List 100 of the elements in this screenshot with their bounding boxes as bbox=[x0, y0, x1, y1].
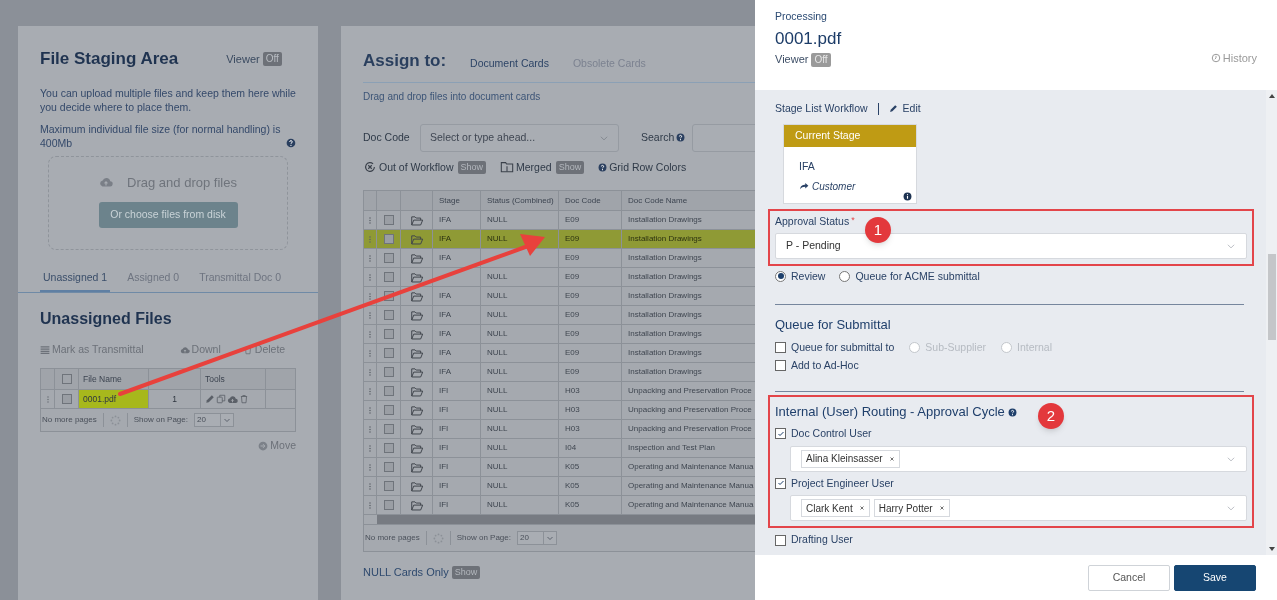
checkbox[interactable] bbox=[61, 374, 72, 384]
folder-icon[interactable] bbox=[409, 327, 424, 341]
checkbox[interactable] bbox=[775, 534, 786, 546]
checkbox[interactable] bbox=[383, 234, 394, 245]
folder-icon[interactable] bbox=[409, 384, 424, 398]
checkbox[interactable] bbox=[383, 348, 394, 359]
drag-handle-icon[interactable] bbox=[366, 500, 374, 510]
user-select[interactable]: Clark Kent Harry Potter bbox=[790, 495, 1247, 522]
viewer-toggle[interactable]: Off bbox=[262, 51, 282, 66]
folder-icon[interactable] bbox=[409, 308, 424, 322]
drag-handle-icon[interactable] bbox=[366, 310, 374, 320]
checkbox[interactable] bbox=[383, 386, 394, 397]
pencil-icon[interactable] bbox=[205, 394, 215, 404]
tab[interactable]: Document Cards bbox=[470, 55, 549, 74]
drag-handle-icon[interactable] bbox=[366, 405, 374, 415]
checkbox[interactable] bbox=[383, 253, 394, 264]
search-field[interactable] bbox=[692, 123, 755, 152]
page-size-select[interactable]: 20 bbox=[193, 413, 234, 427]
remove-icon[interactable] bbox=[888, 455, 895, 462]
scrollbar-thumb[interactable] bbox=[1267, 254, 1276, 340]
scrollbar-thumb[interactable] bbox=[377, 515, 755, 525]
folder-icon[interactable] bbox=[409, 346, 424, 360]
show-toggle[interactable]: Show bbox=[555, 160, 585, 174]
radio-button[interactable] bbox=[839, 270, 851, 282]
checkbox[interactable] bbox=[383, 405, 394, 416]
checkbox[interactable] bbox=[775, 342, 786, 354]
save-button[interactable]: Save bbox=[1174, 564, 1256, 591]
checkbox[interactable] bbox=[383, 310, 394, 321]
checkbox[interactable] bbox=[383, 291, 394, 302]
folder-icon[interactable] bbox=[409, 270, 424, 284]
drag-handle-icon[interactable] bbox=[366, 424, 374, 434]
scrollbar[interactable] bbox=[1266, 90, 1277, 555]
show-toggle[interactable]: Show bbox=[451, 566, 481, 579]
drag-handle-icon[interactable] bbox=[366, 481, 374, 491]
user-tag[interactable]: Harry Potter bbox=[873, 499, 950, 518]
folder-icon[interactable] bbox=[409, 251, 424, 265]
scroll-up-icon[interactable] bbox=[1268, 94, 1275, 98]
checkbox[interactable] bbox=[383, 329, 394, 340]
user-tag[interactable]: Alina Kleinsasser bbox=[801, 449, 900, 468]
help-icon[interactable] bbox=[1007, 407, 1017, 417]
checkbox[interactable] bbox=[775, 477, 786, 489]
folder-icon[interactable] bbox=[409, 232, 424, 246]
action-button[interactable]: Downl bbox=[179, 342, 221, 358]
user-tag[interactable]: Clark Kent bbox=[801, 499, 870, 518]
remove-icon[interactable] bbox=[938, 505, 945, 512]
checkbox[interactable] bbox=[775, 359, 786, 371]
checkbox[interactable] bbox=[383, 443, 394, 454]
show-toggle[interactable]: Show bbox=[457, 160, 486, 174]
checkbox[interactable] bbox=[383, 481, 394, 492]
folder-icon[interactable] bbox=[409, 441, 424, 455]
refresh-icon[interactable] bbox=[109, 414, 121, 426]
help-icon[interactable] bbox=[286, 137, 296, 148]
edit-link[interactable]: Edit bbox=[888, 101, 921, 117]
checkbox[interactable] bbox=[383, 500, 394, 511]
copy-icon[interactable] bbox=[216, 394, 226, 404]
folder-icon[interactable] bbox=[409, 403, 424, 417]
checkbox[interactable] bbox=[383, 272, 394, 283]
checkbox[interactable] bbox=[383, 424, 394, 435]
help-icon[interactable] bbox=[676, 133, 686, 142]
folder-icon[interactable] bbox=[409, 498, 424, 512]
remove-icon[interactable] bbox=[858, 505, 865, 512]
action-button[interactable]: Delete bbox=[242, 342, 286, 358]
move-button[interactable]: Move bbox=[258, 438, 296, 454]
folder-icon[interactable] bbox=[409, 460, 424, 474]
scroll-down-icon[interactable] bbox=[1268, 547, 1275, 551]
drag-handle-icon[interactable] bbox=[366, 443, 374, 453]
checkbox[interactable] bbox=[383, 367, 394, 378]
folder-icon[interactable] bbox=[409, 422, 424, 436]
choose-files-button[interactable]: Or choose files from disk bbox=[98, 202, 238, 228]
refresh-icon[interactable] bbox=[432, 532, 444, 544]
checkbox[interactable] bbox=[775, 428, 786, 440]
drag-handle-icon[interactable] bbox=[366, 234, 374, 244]
tab[interactable]: Unassigned 1 bbox=[40, 269, 111, 293]
page-size-select[interactable]: 20 bbox=[516, 531, 557, 546]
doc-code-select[interactable]: Select or type ahead... bbox=[420, 123, 619, 152]
cancel-button[interactable]: Cancel bbox=[1088, 564, 1170, 591]
dropzone[interactable]: Drag and drop files Or choose files from disk bbox=[48, 155, 288, 250]
drag-handle-icon[interactable] bbox=[366, 272, 374, 282]
checkbox[interactable] bbox=[383, 215, 394, 226]
info-icon[interactable] bbox=[903, 191, 912, 201]
folder-icon[interactable] bbox=[409, 365, 424, 379]
folder-icon[interactable] bbox=[409, 479, 424, 493]
user-select[interactable]: Alina Kleinsasser bbox=[790, 445, 1247, 472]
table-row[interactable]: IFA NULL E09 Installation Drawings bbox=[364, 230, 755, 250]
folder-icon[interactable] bbox=[409, 289, 424, 303]
radio-button[interactable] bbox=[775, 270, 786, 282]
cloud-download-icon[interactable] bbox=[227, 393, 238, 405]
viewer-toggle[interactable]: Off bbox=[811, 52, 831, 67]
trash-icon[interactable] bbox=[239, 394, 249, 404]
checkbox[interactable] bbox=[61, 394, 72, 404]
drag-handle-icon[interactable] bbox=[366, 329, 374, 339]
checkbox[interactable] bbox=[383, 462, 394, 473]
history-link[interactable]: History bbox=[1210, 50, 1257, 67]
drag-handle-icon[interactable] bbox=[366, 215, 374, 225]
drag-handle-icon[interactable] bbox=[366, 253, 374, 263]
folder-icon[interactable] bbox=[409, 213, 424, 227]
drag-handle-icon[interactable] bbox=[366, 348, 374, 358]
drag-handle-icon[interactable] bbox=[366, 386, 374, 396]
drag-handle-icon[interactable] bbox=[366, 367, 374, 377]
action-button[interactable]: Mark as Transmittal bbox=[40, 342, 144, 358]
